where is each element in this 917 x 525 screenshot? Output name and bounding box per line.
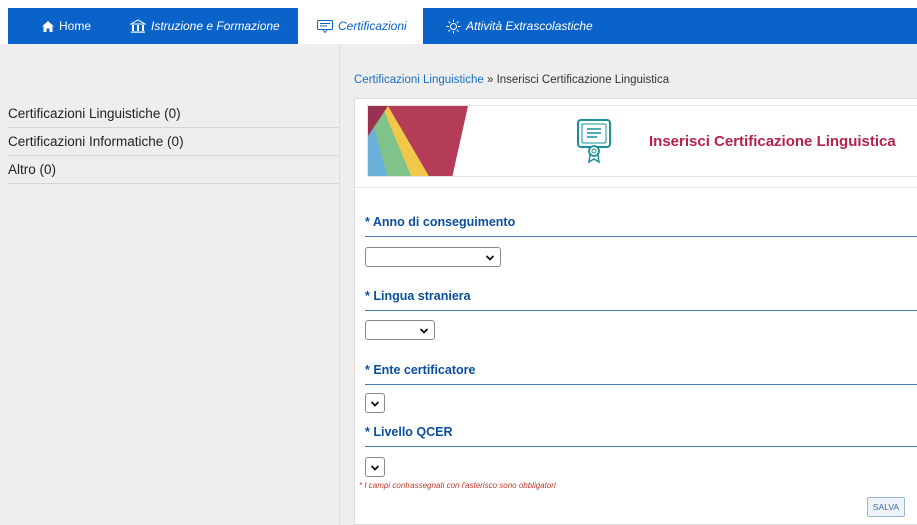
nav-istruzione-label: Istruzione e Formazione <box>151 19 280 33</box>
anno-rule <box>365 236 917 237</box>
top-bar: Home Istruzione e Formazione Certificazi… <box>0 0 917 44</box>
vertical-divider <box>339 44 340 525</box>
sidebar-item-linguistiche[interactable]: Certificazioni Linguistiche (0) <box>8 100 338 128</box>
form-panel: Inserisci Certificazione Linguistica * A… <box>354 98 917 525</box>
banner-decoration <box>368 106 468 176</box>
breadcrumb-separator: » <box>483 74 497 86</box>
breadcrumb: Certificazioni Linguistiche » Inserisci … <box>354 74 669 86</box>
ente-label: * Ente certificatore <box>365 363 476 377</box>
breadcrumb-parent-link[interactable]: Certificazioni Linguistiche <box>354 74 484 86</box>
certificate-icon <box>576 118 612 169</box>
page-banner: Inserisci Certificazione Linguistica <box>367 105 917 177</box>
required-note: * I campi contrassegnati con l'asterisco… <box>359 481 556 490</box>
home-icon <box>42 20 54 32</box>
lingua-rule <box>365 310 917 311</box>
sidebar-item-altro[interactable]: Altro (0) <box>8 156 338 184</box>
nav-home[interactable]: Home <box>42 8 91 44</box>
anno-select[interactable] <box>365 247 501 267</box>
certificate-icon <box>317 19 333 33</box>
banner-separator <box>355 187 917 188</box>
nav-certificazioni[interactable]: Certificazioni <box>298 8 423 44</box>
nav-attivita-label: Attività Extrascolastiche <box>466 19 593 33</box>
chevron-down-icon <box>485 251 495 269</box>
main-nav: Home Istruzione e Formazione Certificazi… <box>8 8 917 44</box>
livello-rule <box>365 446 917 447</box>
nav-istruzione[interactable]: Istruzione e Formazione <box>130 8 280 44</box>
nav-attivita[interactable]: Attività Extrascolastiche <box>446 8 593 44</box>
livello-label: * Livello QCER <box>365 425 453 439</box>
ente-rule <box>365 384 917 385</box>
anno-label: * Anno di conseguimento <box>365 215 516 229</box>
chevron-down-icon <box>419 324 429 342</box>
lingua-label: * Lingua straniera <box>365 289 471 303</box>
lingua-select[interactable] <box>365 320 435 340</box>
building-icon <box>130 19 146 33</box>
page-title: Inserisci Certificazione Linguistica <box>649 133 896 150</box>
livello-select[interactable] <box>365 457 385 477</box>
nav-home-label: Home <box>59 19 92 33</box>
breadcrumb-current: Inserisci Certificazione Linguistica <box>496 74 670 86</box>
ente-select[interactable] <box>365 393 385 413</box>
sidebar-item-informatiche[interactable]: Certificazioni Informatiche (0) <box>8 128 338 156</box>
save-button[interactable]: SALVA <box>867 497 905 517</box>
sidebar: Certificazioni Linguistiche (0) Certific… <box>8 100 338 184</box>
chevron-down-icon <box>370 461 380 479</box>
nav-certificazioni-label: Certificazioni <box>338 19 407 33</box>
sun-icon <box>446 19 461 34</box>
chevron-down-icon <box>370 397 380 415</box>
